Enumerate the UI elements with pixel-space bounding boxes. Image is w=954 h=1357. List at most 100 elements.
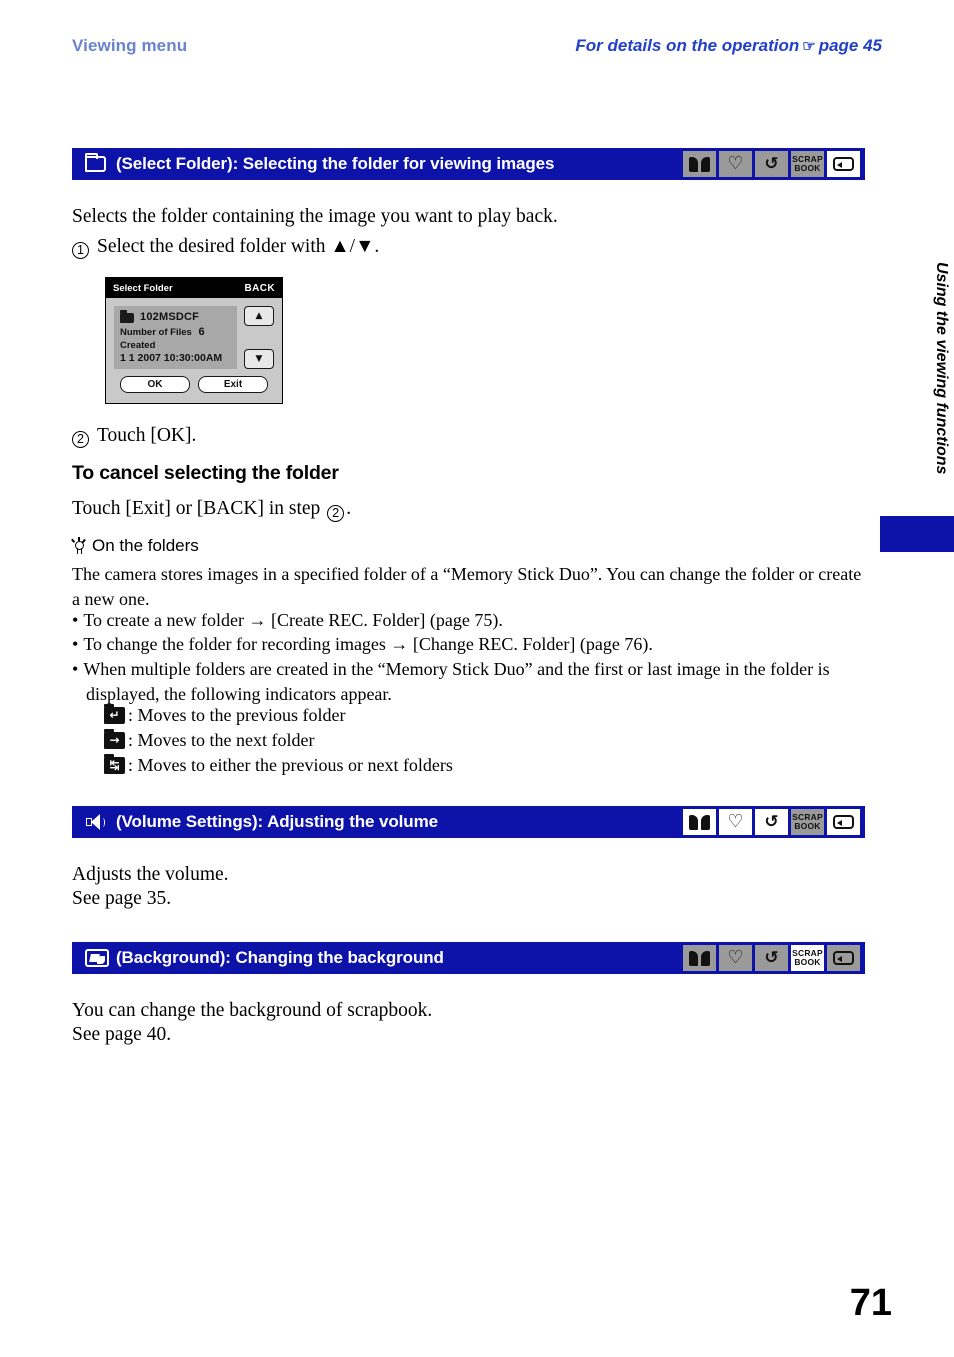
select-folder-step-2: 2 Touch [OK]. bbox=[72, 422, 196, 449]
folder-next-icon: → bbox=[104, 728, 125, 749]
indicator-previous-folder: ↵ : Moves to the previous folder bbox=[104, 703, 345, 727]
running-head: Viewing menu For details on the operatio… bbox=[72, 36, 882, 56]
camera-screen-body: 102MSDCF Number of Files 6 Created 1 1 2… bbox=[106, 298, 282, 369]
scrapbook-icon: SCRAP BOOK bbox=[792, 947, 823, 967]
mode-badge-group: ♡ ↺ SCRAP BOOK bbox=[683, 148, 865, 180]
heart-icon-badge: ♡ bbox=[719, 809, 752, 835]
created-label: Created bbox=[120, 340, 156, 351]
tip-paragraph: The camera stores images in a specified … bbox=[72, 564, 862, 609]
volume-description-line-2: See page 35. bbox=[72, 888, 172, 909]
rotate-icon-badge: ↺ bbox=[755, 945, 788, 971]
section-header-background: (Background): Changing the background ♡ … bbox=[72, 942, 865, 974]
cancel-instruction-period: . bbox=[346, 498, 352, 519]
folder-name: 102MSDCF bbox=[140, 311, 200, 323]
section-header-select-folder: (Select Folder): Selecting the folder fo… bbox=[72, 148, 865, 180]
folder-icon bbox=[120, 309, 134, 323]
pointing-hand-icon: ☞ bbox=[802, 38, 816, 55]
tip-bullet-2: • To change the folder for recording imag… bbox=[72, 632, 862, 657]
select-folder-intro: Selects the folder containing the image … bbox=[72, 206, 558, 227]
screen-icon-badge bbox=[827, 151, 860, 177]
cancel-instruction: Touch [Exit] or [BACK] in step 2. bbox=[72, 495, 351, 522]
speaker-icon bbox=[84, 811, 110, 833]
tip-bullet-text: When multiple folders are created in the… bbox=[83, 659, 830, 704]
scrapbook-icon: SCRAP BOOK bbox=[792, 153, 823, 173]
screen-icon bbox=[833, 815, 854, 829]
bullet-marker: • bbox=[72, 659, 79, 679]
lightbulb-icon bbox=[71, 537, 86, 555]
reference-page: page 45 bbox=[818, 36, 882, 55]
rotate-icon: ↺ bbox=[764, 947, 779, 968]
indicator-text: : Moves to the previous folder bbox=[128, 705, 346, 725]
reference-text: For details on the operation bbox=[575, 36, 800, 55]
bullet-marker: • bbox=[72, 610, 79, 630]
book-icon bbox=[689, 156, 710, 172]
tip-heading: On the folders bbox=[71, 536, 199, 556]
book-icon-badge bbox=[683, 945, 716, 971]
scrapbook-icon-badge: SCRAP BOOK bbox=[791, 809, 824, 835]
rotate-icon: ↺ bbox=[764, 153, 779, 174]
indicator-next-folder: → : Moves to the next folder bbox=[104, 728, 314, 752]
book-icon-badge bbox=[683, 809, 716, 835]
section-title: (Volume Settings): Adjusting the volume bbox=[116, 812, 438, 831]
folder-name-row: 102MSDCF bbox=[120, 309, 231, 324]
book-icon bbox=[689, 950, 710, 966]
tip-bullet-text: To change the folder for recording image… bbox=[83, 634, 653, 654]
bullet-marker: • bbox=[72, 634, 79, 654]
screen-icon-badge bbox=[827, 945, 860, 971]
page-number: 71 bbox=[849, 1282, 892, 1324]
heart-icon-badge: ♡ bbox=[719, 151, 752, 177]
folder-icon bbox=[84, 153, 110, 175]
rotate-icon: ↺ bbox=[764, 811, 779, 832]
files-count-row: Number of Files 6 bbox=[120, 326, 231, 339]
files-count-value: 6 bbox=[198, 326, 205, 338]
folder-previous-icon: ↵ bbox=[104, 703, 125, 724]
running-head-chapter: Viewing menu bbox=[72, 36, 188, 55]
scroll-down-button[interactable]: ▼ bbox=[244, 349, 274, 369]
tip-bullet-3: • When multiple folders are created in th… bbox=[72, 657, 862, 706]
heart-icon: ♡ bbox=[727, 811, 744, 832]
select-folder-step-1: 1 Select the desired folder with ▲/▼. bbox=[72, 233, 379, 260]
indicator-text: : Moves to the next folder bbox=[128, 730, 315, 750]
camera-back-button[interactable]: BACK bbox=[245, 283, 276, 294]
folder-info-panel: 102MSDCF Number of Files 6 Created 1 1 2… bbox=[114, 306, 237, 369]
section-header-volume-settings: (Volume Settings): Adjusting the volume … bbox=[72, 806, 865, 838]
heart-icon: ♡ bbox=[727, 153, 744, 174]
exit-button[interactable]: Exit bbox=[198, 376, 268, 393]
scrapbook-icon-badge: SCRAP BOOK bbox=[791, 151, 824, 177]
mode-badge-group: ♡ ↺ SCRAP BOOK bbox=[683, 806, 865, 838]
rotate-icon-badge: ↺ bbox=[755, 809, 788, 835]
running-head-reference: For details on the operation ☞ page 45 bbox=[575, 36, 882, 56]
tip-bullet-text: To create a new folder → [Create REC. Fo… bbox=[83, 610, 503, 630]
step-text: Select the desired folder with ▲/▼. bbox=[97, 236, 380, 257]
mode-badge-group: ♡ ↺ SCRAP BOOK bbox=[683, 942, 865, 974]
rotate-icon-badge: ↺ bbox=[755, 151, 788, 177]
chapter-tab-label: Using the viewing functions bbox=[933, 262, 950, 475]
scroll-up-button[interactable]: ▲ bbox=[244, 306, 274, 326]
tip-heading-text: On the folders bbox=[92, 536, 199, 555]
scrapbook-icon: SCRAP BOOK bbox=[792, 811, 823, 831]
heart-icon: ♡ bbox=[727, 947, 744, 968]
step-number: 1 bbox=[72, 242, 89, 259]
files-count-label: Number of Files bbox=[120, 327, 192, 338]
camera-screen-buttons: OK Exit bbox=[106, 376, 282, 393]
ok-button[interactable]: OK bbox=[120, 376, 190, 393]
cancel-subheading: To cancel selecting the folder bbox=[72, 462, 339, 484]
screen-icon bbox=[833, 951, 854, 965]
background-icon bbox=[84, 947, 110, 969]
scrapbook-icon-badge: SCRAP BOOK bbox=[791, 945, 824, 971]
indicator-text: : Moves to either the previous or next f… bbox=[128, 755, 453, 775]
tip-bullet-1: • To create a new folder → [Create REC. F… bbox=[72, 608, 862, 633]
cancel-instruction-text: Touch [Exit] or [BACK] in step bbox=[72, 498, 321, 519]
screen-icon-badge bbox=[827, 809, 860, 835]
heart-icon-badge: ♡ bbox=[719, 945, 752, 971]
camera-screen-titlebar: Select Folder BACK bbox=[106, 278, 282, 298]
book-icon-badge bbox=[683, 151, 716, 177]
step-number: 2 bbox=[72, 431, 89, 448]
camera-screen-title: Select Folder bbox=[113, 282, 173, 294]
created-value: 1 1 2007 10:30:00AM bbox=[120, 352, 223, 364]
folder-scroll-arrows: ▲ ▼ bbox=[244, 306, 274, 369]
background-description-line-1: You can change the background of scrapbo… bbox=[72, 1000, 433, 1021]
section-title: (Background): Changing the background bbox=[116, 948, 444, 967]
screen-icon bbox=[833, 157, 854, 171]
step-text: Touch [OK]. bbox=[97, 425, 197, 446]
